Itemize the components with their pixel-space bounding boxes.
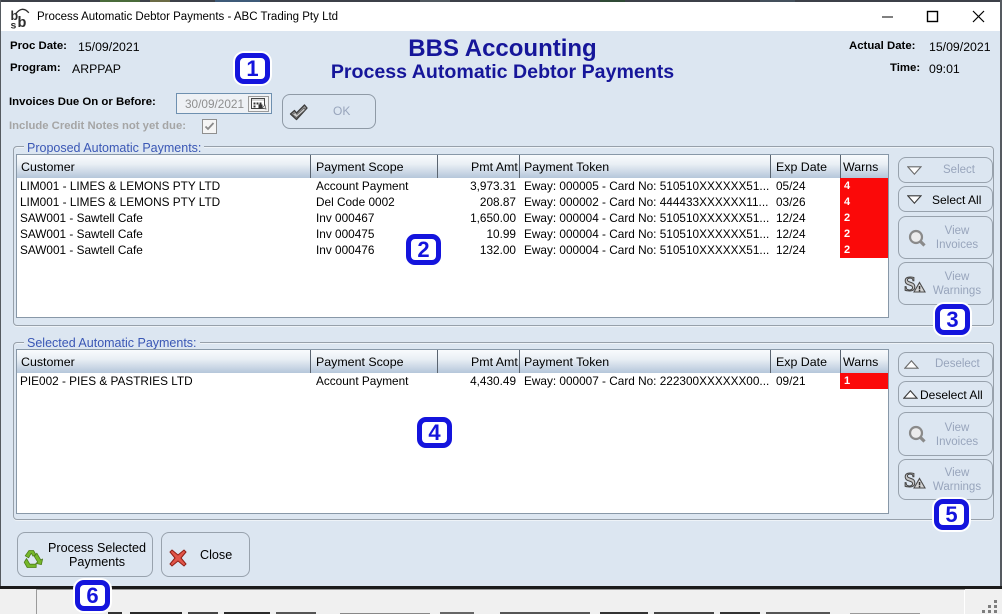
- svg-text:S: S: [904, 470, 916, 490]
- svg-text:S: S: [904, 274, 916, 294]
- svg-text:b: b: [18, 15, 27, 30]
- svg-text:s: s: [11, 20, 17, 31]
